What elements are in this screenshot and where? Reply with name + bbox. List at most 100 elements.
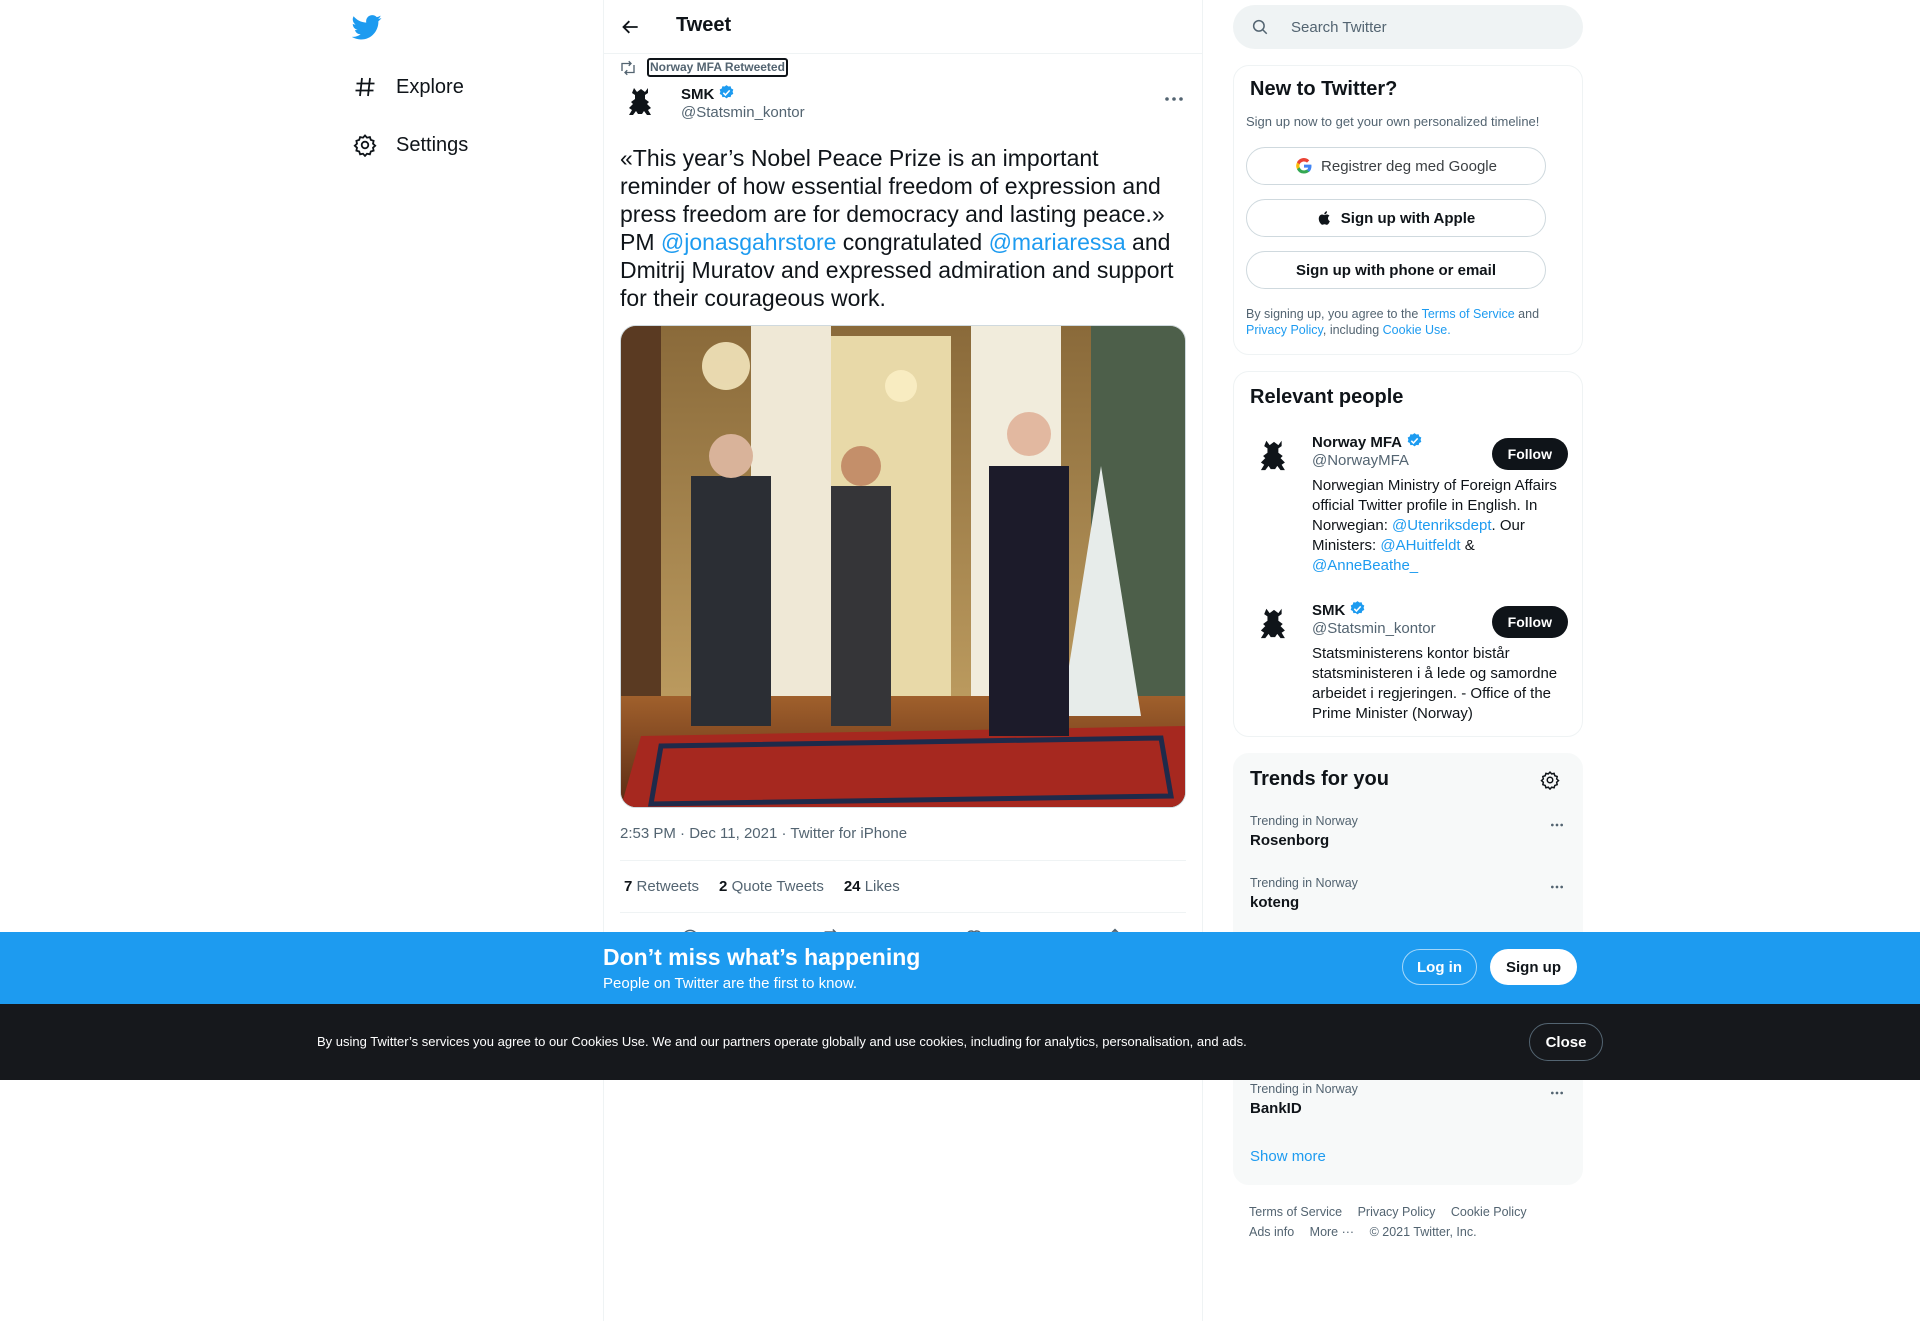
gear-icon: [352, 132, 378, 158]
show-more-link[interactable]: Show more: [1250, 1148, 1326, 1165]
trend-name: Rosenborg: [1250, 832, 1330, 849]
tweet-photo[interactable]: [620, 325, 1186, 808]
trend-more-button[interactable]: [1546, 1082, 1568, 1104]
more-dots-icon: [1551, 823, 1563, 827]
trend-item[interactable]: Trending in Norway Rosenborg: [1250, 814, 1568, 849]
sidebar-footer: Terms of Service Privacy Policy Cookie P…: [1249, 1202, 1579, 1242]
quote-tweets-stat[interactable]: 2 Quote Tweets: [719, 878, 824, 895]
quotes-label: Quote Tweets: [731, 878, 824, 895]
likes-stat[interactable]: 24 Likes: [844, 878, 900, 895]
signup-banner: Don’t miss what’s happening People on Tw…: [0, 932, 1920, 1004]
terms-of-service-link[interactable]: Terms of Service: [1422, 307, 1515, 321]
search-input[interactable]: [1289, 17, 1553, 37]
twitter-bird-icon[interactable]: [351, 12, 382, 42]
trend-item[interactable]: Trending in Norway koteng: [1250, 876, 1568, 911]
person-name-text: SMK: [1312, 602, 1346, 619]
nav-item-settings[interactable]: Settings: [352, 125, 468, 165]
more-dots-icon: [1551, 885, 1563, 889]
person-handle[interactable]: @Statsmin_kontor: [1312, 620, 1436, 637]
person-handle[interactable]: @NorwayMFA: [1312, 452, 1409, 469]
likes-label: Likes: [864, 878, 900, 895]
likes-count: 24: [843, 878, 861, 895]
tweet-detail-column: Tweet Norway MFA Retweeted SMK @Statsmin…: [603, 0, 1203, 1321]
search-bar[interactable]: [1233, 5, 1583, 49]
avatar[interactable]: [1250, 432, 1298, 480]
signup-phone-email-button[interactable]: Sign up with phone or email: [1246, 251, 1546, 289]
apple-icon: [1317, 209, 1333, 227]
mention-link[interactable]: @AHuitfeldt: [1380, 537, 1460, 554]
page-title: Tweet: [676, 14, 732, 36]
tweet-stats: 7 Retweets 2 Quote Tweets 24 Likes: [620, 860, 1186, 913]
author-handle[interactable]: @Statsmin_kontor: [681, 104, 805, 121]
follow-button[interactable]: Follow: [1491, 606, 1568, 638]
trend-name: koteng: [1250, 894, 1300, 911]
banner-title: Don’t miss what’s happening: [603, 944, 921, 970]
hashtag-icon: [352, 74, 378, 100]
person-bio: Statsministerens kontor bistår statsmini…: [1312, 645, 1558, 722]
mention-link[interactable]: @mariaressa: [989, 229, 1126, 255]
follow-button[interactable]: Follow: [1491, 438, 1568, 470]
person-name[interactable]: Norway MFA: [1312, 432, 1423, 453]
footer-terms-link[interactable]: Terms of Service: [1249, 1205, 1342, 1219]
mention-link[interactable]: @Utenriksdept: [1392, 517, 1491, 534]
new-to-twitter-subtitle: Sign up now to get your own personalized…: [1246, 114, 1540, 129]
author-name[interactable]: SMK: [681, 84, 735, 105]
signup-google-button[interactable]: Registrer deg med Google: [1246, 147, 1546, 185]
more-dots-icon: [1165, 97, 1183, 101]
trend-more-button[interactable]: [1546, 814, 1568, 836]
retweets-count: 7: [624, 878, 633, 895]
signup-apple-label: Sign up with Apple: [1340, 209, 1476, 227]
mention-link[interactable]: @jonasgahrstore: [661, 229, 837, 255]
signup-button[interactable]: Sign up: [1490, 949, 1577, 985]
privacy-policy-link[interactable]: Privacy Policy: [1246, 323, 1323, 337]
cookie-close-button[interactable]: Close: [1529, 1023, 1603, 1061]
footer-copyright: © 2021 Twitter, Inc.: [1369, 1225, 1477, 1239]
login-button[interactable]: Log in: [1402, 949, 1477, 985]
trends-settings-icon[interactable]: [1540, 770, 1562, 792]
panel-title: New to Twitter?: [1250, 78, 1398, 100]
nav-label-settings: Settings: [396, 133, 469, 156]
signup-apple-button[interactable]: Sign up with Apple: [1246, 199, 1546, 237]
footer-cookie-link[interactable]: Cookie Policy: [1451, 1205, 1527, 1219]
author-name-text: SMK: [681, 86, 715, 103]
footer-privacy-link[interactable]: Privacy Policy: [1358, 1205, 1436, 1219]
search-icon: [1251, 17, 1271, 37]
arrow-left-icon: [622, 20, 638, 34]
cookie-use-link[interactable]: Cookie Use.: [1383, 323, 1451, 337]
panel-title: Relevant people: [1250, 386, 1404, 408]
cookie-notice-text: By using Twitter’s services you agree to…: [317, 1034, 1247, 1049]
bio-text-part: &: [1460, 537, 1475, 554]
verified-badge-icon: [1406, 432, 1423, 453]
person-name[interactable]: SMK: [1312, 600, 1366, 621]
tweet-text-part: congratulated: [836, 229, 989, 255]
signup-google-label: Registrer deg med Google: [1321, 157, 1497, 175]
panel-title: Trends for you: [1250, 768, 1389, 790]
avatar[interactable]: [1250, 600, 1298, 648]
retweeted-by-link[interactable]: Norway MFA Retweeted: [647, 58, 788, 77]
footer-ads-link[interactable]: Ads info: [1249, 1225, 1294, 1239]
retweet-icon: [621, 60, 635, 75]
more-dots-icon: [1551, 1091, 1563, 1095]
relevant-people-panel: Relevant people Norway MFA @NorwayMFA Fo…: [1233, 371, 1583, 737]
trend-more-button[interactable]: [1546, 876, 1568, 898]
trend-context: Trending in Norway: [1250, 814, 1358, 828]
avatar[interactable]: [619, 80, 663, 124]
tweet-timestamp[interactable]: 2:53 PM · Dec 11, 2021 · Twitter for iPh…: [620, 825, 907, 842]
verified-badge-icon: [1349, 600, 1366, 621]
cookie-banner: By using Twitter’s services you agree to…: [0, 1004, 1920, 1080]
person-card[interactable]: SMK @Statsmin_kontor Follow Statsministe…: [1250, 600, 1568, 730]
terms-text-part: and: [1514, 307, 1540, 321]
trend-context: Trending in Norway: [1250, 876, 1358, 890]
quotes-count: 2: [719, 878, 728, 895]
back-button[interactable]: [616, 12, 646, 42]
main-header: Tweet: [604, 0, 1202, 54]
trend-item[interactable]: Trending in Norway BankID: [1250, 1082, 1568, 1117]
footer-more-link[interactable]: More ···: [1310, 1225, 1354, 1239]
tweet-more-button[interactable]: [1159, 84, 1189, 114]
person-bio: Norwegian Ministry of Foreign Affairs of…: [1312, 476, 1572, 576]
nav-item-explore[interactable]: Explore: [352, 67, 464, 107]
retweets-stat[interactable]: 7 Retweets: [624, 878, 699, 895]
mention-link[interactable]: @AnneBeathe_: [1312, 557, 1418, 574]
person-card[interactable]: Norway MFA @NorwayMFA Follow Norwegian M…: [1250, 432, 1568, 582]
verified-badge-icon: [718, 84, 735, 105]
